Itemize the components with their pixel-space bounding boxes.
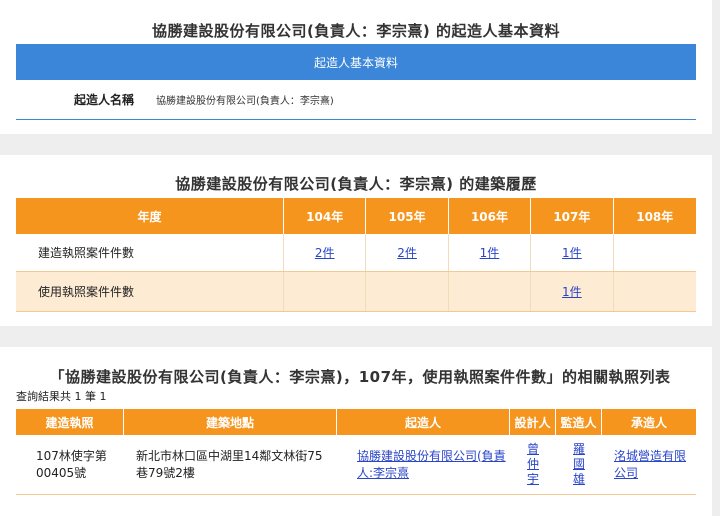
cell-usage-105: [366, 272, 449, 311]
year-col-108: 108年: [636, 209, 674, 224]
cell-construction-107: 1件: [531, 234, 614, 271]
history-header-row: 年度 104年 105年 106年 107年 108年: [16, 198, 696, 234]
count-link[interactable]: 1件: [480, 244, 500, 261]
result-count: 查詢結果共 1 筆 1: [16, 390, 107, 403]
header-supervisor: 監造人: [556, 409, 602, 435]
contractor-link[interactable]: 洺城營造有限公司: [614, 448, 692, 482]
designer-link[interactable]: 曾仲宇: [526, 442, 540, 487]
header-designer: 設計人: [510, 409, 556, 435]
count-link[interactable]: 2件: [315, 244, 335, 261]
owner-basic-info-card: 協勝建設股份有限公司(負責人：李宗熹) 的起造人基本資料 起造人基本資料 起造人…: [0, 0, 712, 134]
count-link[interactable]: 1件: [562, 283, 582, 300]
year-col-104: 104年: [284, 198, 367, 234]
basic-info-bar: 起造人基本資料: [16, 44, 696, 80]
supervisor-cell: 羅國雄: [556, 435, 602, 494]
license-number: 107林使字第00405號: [36, 448, 107, 480]
year-col-107: 107年: [531, 198, 614, 234]
basic-info-title: 協勝建設股份有限公司(負責人：李宗熹) 的起造人基本資料: [152, 22, 560, 40]
owner-link[interactable]: 協勝建設股份有限公司(負責人:李宗熹: [357, 448, 506, 482]
licenses-table: 建造執照 建築地點 起造人 設計人 監造人 承造人 107林使字第00405號 …: [16, 409, 696, 495]
cell-construction-104: 2件: [284, 234, 367, 271]
header-contractor: 承造人: [630, 415, 667, 430]
licenses-header-row: 建造執照 建築地點 起造人 設計人 監造人 承造人: [16, 409, 696, 435]
building-address: 新北市林口區中湖里14鄰文林街75巷79號2樓: [136, 448, 323, 480]
cell-usage-108: [614, 272, 696, 311]
supervisor-link[interactable]: 羅國雄: [572, 442, 586, 487]
year-header: 年度: [16, 198, 284, 234]
owner-name-label: 起造人名稱: [73, 93, 134, 107]
header-license: 建造執照: [16, 409, 124, 435]
year-col-105: 105年: [366, 198, 449, 234]
owner-name-value: 協勝建設股份有限公司(負責人：李宗熹): [156, 96, 334, 107]
row-label-construction: 建造執照案件件數: [16, 234, 284, 271]
designer-cell: 曾仲宇: [510, 435, 556, 494]
building-history-card: 協勝建設股份有限公司(負責人：李宗熹) 的建築履歷 年度 104年 105年 1…: [0, 155, 712, 326]
related-licenses-card: 「協勝建設股份有限公司(負責人：李宗熹)，107年，使用執照案件件數」的相關執照…: [0, 347, 712, 516]
contractor-cell: 洺城營造有限公司: [602, 435, 696, 494]
history-table: 年度 104年 105年 106年 107年 108年 建造執照案件件數 2件 …: [16, 198, 696, 312]
cell-usage-106: [449, 272, 532, 311]
table-row: 使用執照案件件數 1件: [16, 272, 696, 312]
owner-cell: 協勝建設股份有限公司(負責人:李宗熹: [337, 435, 510, 494]
header-owner: 起造人: [337, 409, 510, 435]
cell-construction-108: [614, 234, 696, 271]
year-col-106: 106年: [449, 198, 532, 234]
cell-usage-107: 1件: [531, 272, 614, 311]
results-title: 「協勝建設股份有限公司(負責人：李宗熹)，107年，使用執照案件件數」的相關執照…: [49, 368, 671, 386]
count-link[interactable]: 2件: [397, 244, 417, 261]
cell-construction-105: 2件: [366, 234, 449, 271]
cell-construction-106: 1件: [449, 234, 532, 271]
history-title: 協勝建設股份有限公司(負責人：李宗熹) 的建築履歷: [175, 175, 537, 193]
table-row: 建造執照案件件數 2件 2件 1件 1件: [16, 234, 696, 272]
cell-usage-104: [284, 272, 367, 311]
row-label-usage: 使用執照案件件數: [16, 272, 284, 311]
table-row: 107林使字第00405號 新北市林口區中湖里14鄰文林街75巷79號2樓 協勝…: [16, 435, 696, 495]
owner-name-row: 起造人名稱 協勝建設股份有限公司(負責人：李宗熹): [16, 80, 696, 120]
count-link[interactable]: 1件: [562, 244, 582, 261]
header-address: 建築地點: [124, 409, 337, 435]
